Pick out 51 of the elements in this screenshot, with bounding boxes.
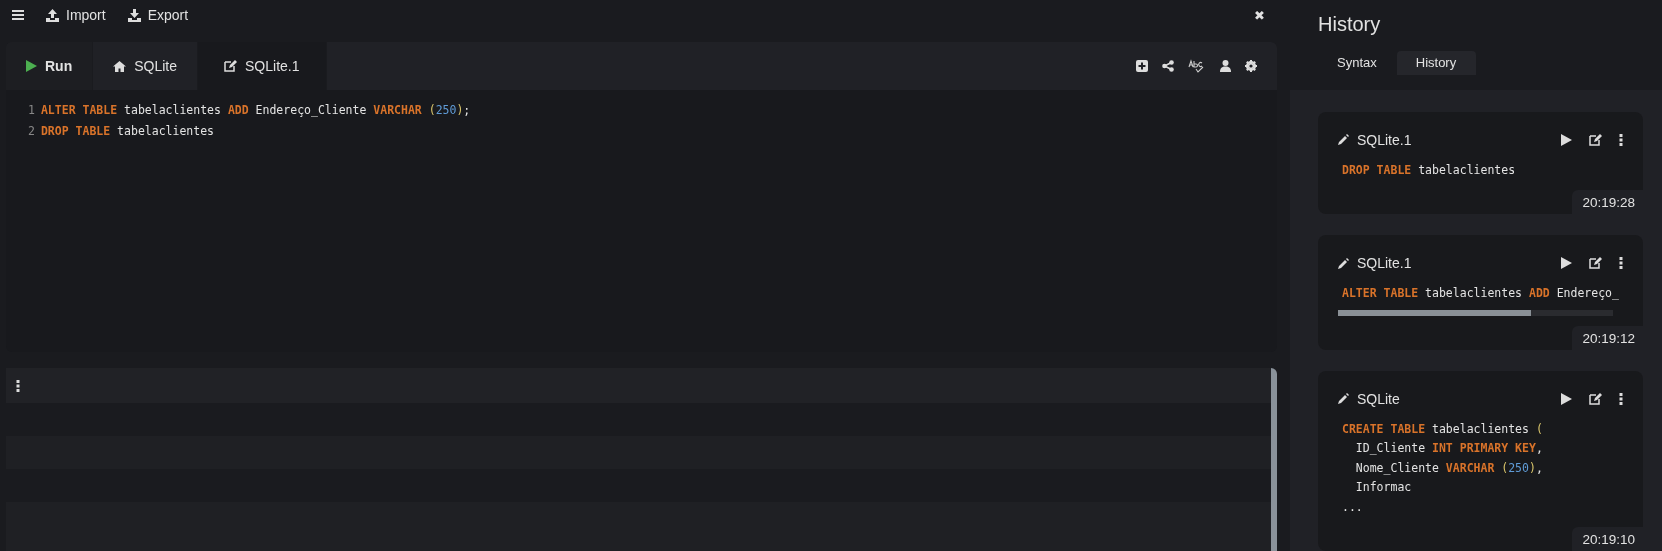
pencil-icon bbox=[1338, 393, 1349, 404]
code-line: CREATE TABLE tabelaclientes ( bbox=[1342, 421, 1543, 436]
line-number: 1 bbox=[28, 103, 35, 117]
settings-icon[interactable] bbox=[1245, 60, 1257, 72]
more-icon[interactable] bbox=[1619, 392, 1623, 405]
code-line: DROP TABLE tabelaclientes bbox=[1342, 162, 1516, 177]
line-number: 2 bbox=[28, 124, 35, 138]
run-icon[interactable] bbox=[1561, 392, 1572, 405]
edit-icon bbox=[224, 60, 238, 72]
more-icon[interactable] bbox=[16, 379, 20, 392]
run-icon[interactable] bbox=[1561, 133, 1572, 146]
timestamp: 20:19:12 bbox=[1572, 325, 1643, 350]
pencil-icon bbox=[1338, 134, 1349, 145]
code-line: ALTER TABLE tabelaclientes ADD Endereço_ bbox=[1342, 286, 1619, 300]
history-entry-title: SQLite.1 bbox=[1357, 131, 1412, 148]
code-line: ... bbox=[1342, 499, 1363, 514]
scrollbar[interactable] bbox=[1338, 309, 1613, 316]
download-icon bbox=[127, 8, 141, 22]
tab[interactable]: History bbox=[1396, 51, 1477, 75]
spellcheck-icon[interactable] bbox=[1188, 59, 1206, 73]
pencil-icon bbox=[1338, 257, 1349, 269]
run-button[interactable]: Run bbox=[6, 42, 94, 90]
close-button[interactable]: ✖ bbox=[1254, 7, 1265, 23]
export-button[interactable]: Export bbox=[127, 7, 189, 23]
home-icon bbox=[113, 60, 127, 72]
timestamp: 20:19:10 bbox=[1572, 527, 1643, 551]
timestamp: 20:19:28 bbox=[1572, 190, 1643, 214]
more-icon[interactable] bbox=[1619, 257, 1623, 269]
add-icon[interactable] bbox=[1136, 60, 1148, 72]
code-line: ID_Cliente INT PRIMARY KEY, bbox=[1354, 441, 1543, 455]
share-icon[interactable] bbox=[1162, 60, 1174, 72]
history-entry-title: SQLite.1 bbox=[1357, 255, 1412, 271]
menu-icon[interactable] bbox=[12, 10, 24, 20]
import-button[interactable]: Import bbox=[46, 7, 106, 23]
code-line: ALTER TABLE tabelaclientes ADD Endereço_Cliente VARCHAR (250); bbox=[40, 103, 471, 117]
code-line: Informac bbox=[1354, 480, 1412, 494]
panel-title: History bbox=[1318, 13, 1382, 37]
edit-icon[interactable] bbox=[1589, 133, 1602, 146]
edit-icon[interactable] bbox=[1589, 257, 1602, 269]
play-icon bbox=[26, 60, 37, 72]
upload-icon bbox=[46, 8, 59, 22]
run-icon[interactable] bbox=[1561, 257, 1572, 269]
code-line: Nome_Cliente VARCHAR (250), bbox=[1354, 460, 1543, 475]
more-icon[interactable] bbox=[1619, 133, 1623, 146]
tab[interactable]: Syntax bbox=[1318, 51, 1397, 75]
user-icon[interactable] bbox=[1220, 60, 1231, 72]
history-entry-title: SQLite bbox=[1357, 390, 1400, 407]
scrollbar[interactable] bbox=[1271, 368, 1277, 551]
tab[interactable]: SQLite.1 bbox=[198, 42, 327, 90]
edit-icon[interactable] bbox=[1589, 392, 1602, 405]
code-line: DROP TABLE tabelaclientes bbox=[40, 124, 215, 138]
